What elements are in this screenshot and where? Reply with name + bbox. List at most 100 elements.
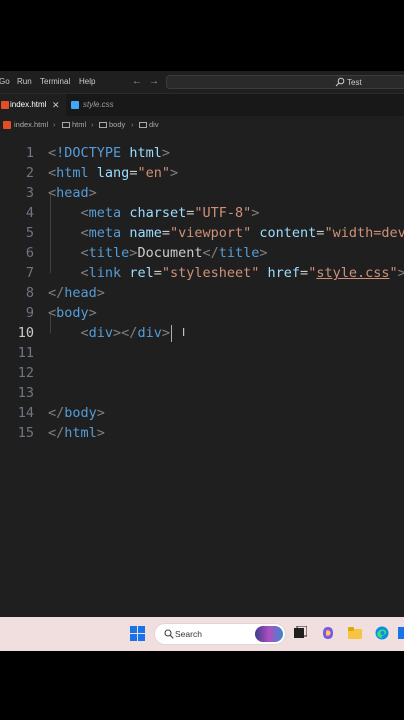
code-content[interactable]: <body> bbox=[48, 303, 97, 323]
code-content[interactable]: </head> bbox=[48, 283, 105, 303]
attribute-name: rel bbox=[129, 265, 154, 281]
line-number: 5 bbox=[25, 225, 34, 241]
attribute-value: " bbox=[389, 265, 398, 281]
line-number: 6 bbox=[25, 245, 34, 261]
tag-name: head bbox=[56, 185, 89, 201]
code-line[interactable]: 1 <!DOCTYPE html> bbox=[0, 143, 404, 163]
attribute-name: content bbox=[259, 225, 317, 241]
line-number: 8 bbox=[25, 285, 34, 301]
html-file-icon bbox=[3, 121, 11, 129]
editor-tab-bar: index.html ✕ style.css bbox=[0, 94, 404, 116]
code-content[interactable]: <meta charset="UTF-8"> bbox=[48, 203, 260, 223]
code-line[interactable]: 12 bbox=[0, 363, 404, 383]
line-number: 2 bbox=[25, 165, 34, 181]
stylesheet-link[interactable]: style.css bbox=[316, 265, 389, 281]
file-explorer-icon[interactable] bbox=[348, 626, 362, 640]
code-line[interactable]: 3 <head> bbox=[0, 183, 404, 203]
code-line[interactable]: 11 bbox=[0, 343, 404, 363]
back-arrow-icon[interactable]: ← bbox=[132, 71, 142, 93]
tab-label: style.css bbox=[83, 100, 114, 109]
forward-arrow-icon[interactable]: → bbox=[149, 71, 159, 93]
code-content[interactable]: <title>Document</title> bbox=[48, 243, 268, 263]
attribute-value: "viewport" bbox=[169, 225, 252, 241]
code-content[interactable]: </html> bbox=[48, 423, 105, 443]
taskbar-search-box[interactable]: Search bbox=[155, 624, 285, 644]
edge-icon[interactable] bbox=[375, 626, 389, 640]
code-content[interactable]: </body> bbox=[48, 403, 105, 423]
breadcrumb-body[interactable]: body bbox=[109, 117, 125, 133]
menu-run[interactable]: Run bbox=[17, 71, 32, 93]
code-line[interactable]: 15 </html> bbox=[0, 423, 404, 443]
code-content[interactable]: <meta name="viewport" content="width=dev… bbox=[48, 223, 404, 243]
windows-start-icon[interactable] bbox=[130, 626, 145, 641]
line-number: 11 bbox=[17, 345, 34, 361]
code-line[interactable]: 13 bbox=[0, 383, 404, 403]
app-icon[interactable] bbox=[398, 626, 404, 640]
task-view-icon[interactable] bbox=[293, 626, 307, 640]
code-content[interactable]: <head> bbox=[48, 183, 97, 203]
copilot-icon[interactable] bbox=[321, 626, 335, 640]
tag-name: link bbox=[88, 265, 122, 281]
tab-style-css[interactable]: style.css bbox=[66, 94, 136, 116]
menu-help[interactable]: Help bbox=[79, 71, 95, 93]
code-content[interactable]: <html lang="en"> bbox=[48, 163, 178, 183]
menu-go[interactable]: Go bbox=[0, 71, 10, 93]
tag-bracket: < bbox=[80, 225, 89, 241]
attribute-value: "en" bbox=[137, 165, 170, 181]
tab-index-html[interactable]: index.html ✕ bbox=[0, 94, 66, 116]
search-icon bbox=[164, 629, 174, 639]
code-text: = bbox=[153, 265, 162, 281]
tag-bracket: < bbox=[48, 145, 57, 161]
code-line[interactable]: 10 <div></div> I bbox=[0, 323, 404, 343]
tag-bracket: > bbox=[169, 165, 179, 181]
tag-bracket: < bbox=[80, 205, 89, 221]
chevron-right-icon: › bbox=[131, 120, 134, 129]
attribute-name: href bbox=[267, 265, 301, 281]
code-editor[interactable]: 1 <!DOCTYPE html> 2 <html lang="en"> 3 <head>… bbox=[0, 133, 404, 651]
breadcrumb-file[interactable]: index.html bbox=[14, 117, 48, 133]
tag-name: body bbox=[64, 405, 97, 421]
code-line[interactable]: 4 <meta charset="UTF-8"> bbox=[0, 203, 404, 223]
code-line[interactable]: 7 <link rel="stylesheet" href="style.css… bbox=[0, 263, 404, 283]
code-line[interactable]: 9 <body> bbox=[0, 303, 404, 323]
tag-bracket: < bbox=[48, 305, 57, 321]
code-line[interactable]: 2 <html lang="en"> bbox=[0, 163, 404, 183]
tag-bracket: > bbox=[251, 205, 260, 221]
code-content[interactable]: <div></div> bbox=[48, 323, 170, 343]
code-content[interactable]: <!DOCTYPE html> bbox=[48, 143, 170, 163]
code-line[interactable]: 6 <title>Document</title> bbox=[0, 243, 404, 263]
code-content[interactable]: <link rel="stylesheet" href="style.css"> bbox=[48, 263, 404, 283]
code-line[interactable]: 14 </body> bbox=[0, 403, 404, 423]
symbol-element-icon bbox=[62, 122, 70, 128]
tag-bracket: > bbox=[161, 325, 170, 341]
line-number: 4 bbox=[25, 205, 34, 221]
tag-bracket: < bbox=[48, 165, 57, 181]
command-center-search[interactable]: Test bbox=[166, 75, 404, 89]
line-number: 15 bbox=[17, 425, 34, 441]
tag-name: title bbox=[218, 245, 260, 261]
symbol-element-icon bbox=[139, 122, 147, 128]
css-file-icon bbox=[71, 101, 79, 109]
breadcrumb-html[interactable]: html bbox=[72, 117, 86, 133]
tag-bracket: < bbox=[80, 325, 89, 341]
tag-name: meta bbox=[88, 205, 122, 221]
chevron-right-icon: › bbox=[53, 120, 56, 129]
attribute-name: lang bbox=[96, 165, 130, 181]
breadcrumb-div[interactable]: div bbox=[149, 117, 159, 133]
symbol-element-icon bbox=[99, 122, 107, 128]
close-icon[interactable]: ✕ bbox=[52, 94, 60, 116]
code-line[interactable]: 5 <meta name="viewport" content="width=d… bbox=[0, 223, 404, 243]
attribute-name: html bbox=[129, 145, 162, 161]
breadcrumb: index.html › html › body › div bbox=[0, 117, 404, 133]
code-line[interactable]: 8 </head> bbox=[0, 283, 404, 303]
line-number: 13 bbox=[17, 385, 34, 401]
tag-bracket: </ bbox=[48, 285, 65, 301]
menu-terminal[interactable]: Terminal bbox=[40, 71, 70, 93]
mouse-ibeam-icon: I bbox=[182, 326, 186, 339]
tag-bracket: < bbox=[80, 245, 89, 261]
line-number: 10 bbox=[17, 325, 34, 341]
tag-name: head bbox=[64, 285, 97, 301]
